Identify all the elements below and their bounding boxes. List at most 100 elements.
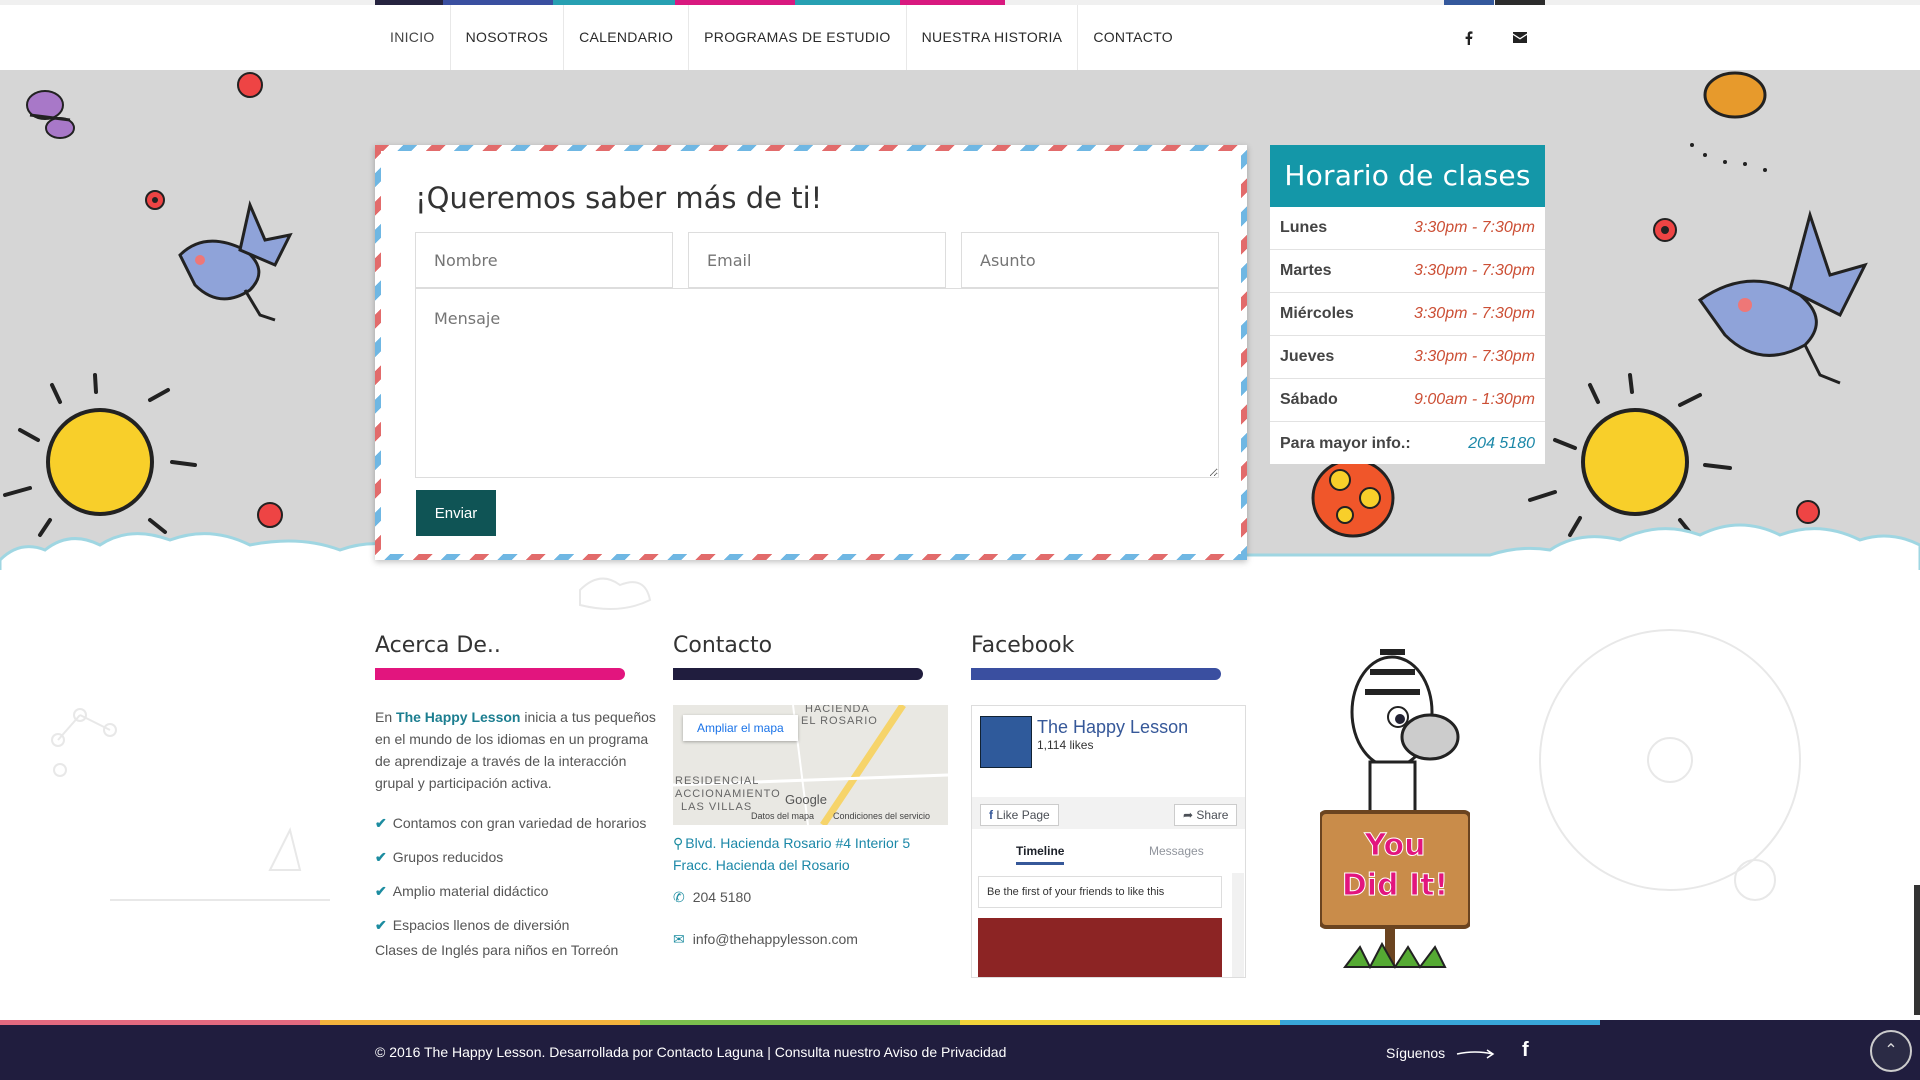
facebook-icon[interactable]: f bbox=[1522, 1039, 1529, 1062]
schedule-row: Miércoles 3:30pm - 7:30pm bbox=[1270, 293, 1545, 336]
check-icon: ✔ bbox=[375, 883, 387, 899]
name-input[interactable] bbox=[415, 232, 673, 288]
flower-icon bbox=[237, 72, 263, 98]
facebook-title: Facebook bbox=[971, 633, 1075, 658]
tab-timeline[interactable]: Timeline bbox=[1016, 844, 1065, 865]
schedule-time: 3:30pm - 7:30pm bbox=[1414, 219, 1535, 236]
nav-item-calendario[interactable]: CALENDARIO bbox=[564, 5, 690, 70]
about-title: Acerca De.. bbox=[375, 633, 501, 658]
schedule-info-row: Para mayor info.: 204 5180 bbox=[1270, 422, 1545, 465]
nav-item-programas[interactable]: PROGRAMAS DE ESTUDIO bbox=[689, 5, 907, 70]
schedule-row: Sábado 9:00am - 1:30pm bbox=[1270, 379, 1545, 422]
map-marker-icon: ⚲ bbox=[673, 835, 684, 851]
message-textarea[interactable] bbox=[415, 288, 1219, 478]
flower-icon bbox=[1653, 218, 1677, 242]
schedule-row: Martes 3:30pm - 7:30pm bbox=[1270, 250, 1545, 293]
list-item: ✔ Contamos con gran variedad de horarios bbox=[375, 806, 646, 840]
map-data-link[interactable]: Datos del mapa bbox=[751, 811, 814, 821]
page-avatar[interactable] bbox=[980, 716, 1032, 768]
phone: ✆ 204 5180 bbox=[673, 889, 751, 906]
check-icon: ✔ bbox=[375, 849, 387, 865]
email-input[interactable] bbox=[688, 232, 946, 288]
facebook-post-image[interactable] bbox=[978, 918, 1222, 977]
copyright-text[interactable]: © 2016 The Happy Lesson. Desarrollada po… bbox=[375, 1044, 1006, 1060]
scroll-to-top-button[interactable]: ⌃ bbox=[1870, 1030, 1912, 1072]
sign-text-you: You bbox=[1364, 828, 1426, 864]
info-phone[interactable]: 204 5180 bbox=[1468, 435, 1535, 453]
tab-messages[interactable]: Messages bbox=[1149, 844, 1204, 858]
nav-item-historia[interactable]: NUESTRA HISTORIA bbox=[907, 5, 1079, 70]
facebook-page-name[interactable]: The Happy Lesson bbox=[1037, 717, 1188, 738]
arrow-icon bbox=[1456, 1049, 1495, 1059]
map-label: EL ROSARIO bbox=[801, 715, 878, 727]
bottom-bar: © 2016 The Happy Lesson. Desarrollada po… bbox=[0, 1025, 1920, 1080]
about-brush-underline bbox=[375, 668, 625, 680]
schedule-row: Lunes 3:30pm - 7:30pm bbox=[1270, 207, 1545, 250]
hero-background: ¡Queremos saber más de ti! Enviar Horari… bbox=[0, 70, 1920, 570]
about-footer-line: Clases de Inglés para niños en Torreón bbox=[375, 942, 619, 958]
facebook-icon: f bbox=[989, 808, 993, 822]
like-page-label: Like Page bbox=[996, 808, 1050, 822]
feature-text: Espacios llenos de diversión bbox=[392, 917, 570, 933]
facebook-brush-underline bbox=[971, 668, 1221, 680]
schedule-time: 3:30pm - 7:30pm bbox=[1414, 348, 1535, 365]
address[interactable]: ⚲ Blvd. Hacienda Rosario #4 Interior 5 Fr… bbox=[673, 832, 910, 876]
phone-number: 204 5180 bbox=[692, 889, 752, 905]
bird-icon bbox=[1697, 209, 1868, 385]
share-label: Share bbox=[1196, 808, 1229, 822]
brand-link[interactable]: The Happy Lesson bbox=[396, 709, 520, 725]
share-button[interactable]: ➦ Share bbox=[1174, 804, 1238, 826]
send-button[interactable]: Enviar bbox=[416, 490, 496, 536]
schedule-title: Horario de clases bbox=[1270, 145, 1545, 207]
page-scrollbar[interactable] bbox=[1914, 885, 1920, 1015]
form-title: ¡Queremos saber más de ti! bbox=[415, 181, 823, 215]
envelope-icon: ✉ bbox=[673, 931, 685, 947]
email[interactable]: ✉ info@thehappylesson.com bbox=[673, 931, 858, 948]
envelope-icon[interactable] bbox=[1495, 0, 1545, 70]
facebook-widget: The Happy Lesson 1,114 likes f Like Page… bbox=[971, 705, 1246, 978]
butterfly-icon bbox=[26, 90, 75, 139]
contact-brush-underline bbox=[673, 668, 923, 680]
phone-icon: ✆ bbox=[673, 889, 685, 905]
map-terms-link[interactable]: Condiciones del servicio bbox=[833, 811, 930, 821]
location-map[interactable]: Ampliar el mapa HACIENDA EL ROSARIO RESI… bbox=[673, 705, 948, 825]
map-label: LAS VILLAS bbox=[681, 801, 753, 813]
feature-text: Amplio material didáctico bbox=[392, 883, 549, 899]
schedule-time: 9:00am - 1:30pm bbox=[1414, 391, 1535, 408]
check-icon: ✔ bbox=[375, 815, 387, 831]
subject-input[interactable] bbox=[961, 232, 1219, 288]
map-label: ACCIONAMIENTO bbox=[675, 788, 781, 800]
address-line1: Blvd. Hacienda Rosario #4 Interior 5 bbox=[685, 835, 911, 851]
enlarge-map-button[interactable]: Ampliar el mapa bbox=[683, 715, 798, 741]
facebook-scrollbar[interactable] bbox=[1232, 873, 1244, 977]
main-navigation: INICIO NOSOTROS CALENDARIO PROGRAMAS DE … bbox=[0, 0, 1920, 70]
feature-list: ✔ Contamos con gran variedad de horarios … bbox=[375, 806, 646, 942]
schedule-row: Jueves 3:30pm - 7:30pm bbox=[1270, 336, 1545, 379]
schedule-day: Sábado bbox=[1280, 391, 1338, 408]
list-item: ✔ Grupos reducidos bbox=[375, 840, 646, 874]
google-logo: Google bbox=[785, 792, 827, 807]
feature-text: Contamos con gran variedad de horarios bbox=[392, 815, 647, 831]
list-item: ✔ Espacios llenos de diversión bbox=[375, 908, 646, 942]
address-line2: Fracc. Hacienda del Rosario bbox=[673, 857, 850, 873]
follow-label: Síguenos bbox=[1386, 1045, 1497, 1061]
like-page-button[interactable]: f Like Page bbox=[980, 804, 1059, 826]
first-friend-note: Be the first of your friends to like thi… bbox=[978, 876, 1222, 908]
schedule-time: 3:30pm - 7:30pm bbox=[1414, 305, 1535, 322]
class-schedule: Horario de clases Lunes 3:30pm - 7:30pm … bbox=[1270, 145, 1545, 464]
nav-item-nosotros[interactable]: NOSOTROS bbox=[451, 5, 565, 70]
zebra-mascot bbox=[1320, 649, 1470, 970]
contact-title: Contacto bbox=[673, 633, 773, 658]
email-address: info@thehappylesson.com bbox=[692, 931, 858, 947]
nav-item-contacto[interactable]: CONTACTO bbox=[1078, 5, 1188, 70]
facebook-icon[interactable] bbox=[1444, 0, 1494, 70]
schedule-day: Martes bbox=[1280, 262, 1332, 279]
bee-icon bbox=[1690, 71, 1767, 172]
about-intro-prefix: En bbox=[375, 709, 397, 725]
info-label: Para mayor info.: bbox=[1280, 434, 1411, 452]
feature-text: Grupos reducidos bbox=[392, 849, 504, 865]
bird-icon bbox=[178, 200, 293, 322]
map-label: RESIDENCIAL bbox=[675, 775, 760, 787]
nav-item-inicio[interactable]: INICIO bbox=[375, 5, 451, 70]
map-label: HACIENDA bbox=[805, 705, 870, 715]
